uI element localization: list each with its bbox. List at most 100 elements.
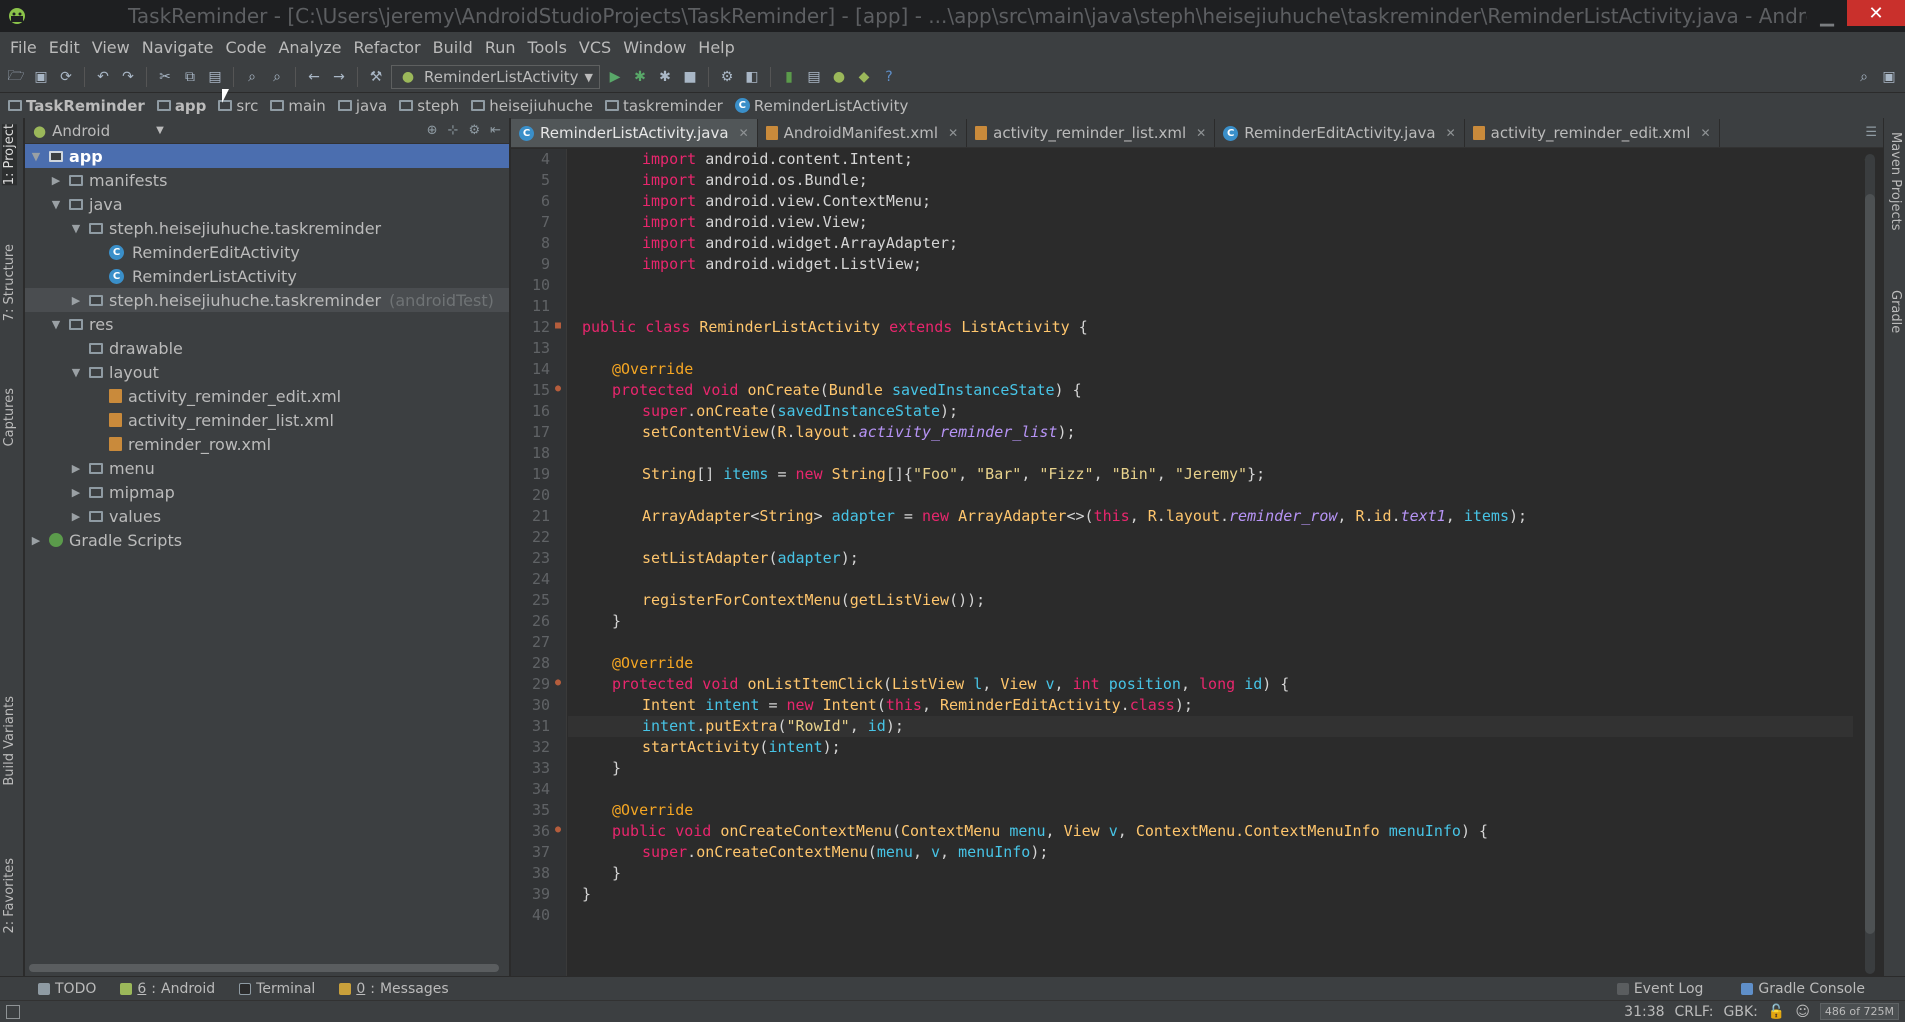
- line-number[interactable]: 15 ●: [511, 380, 566, 401]
- scroll-from-source-icon[interactable]: ⊕: [427, 123, 438, 138]
- line-number[interactable]: 12 ■: [511, 317, 566, 338]
- line-number[interactable]: 29 ●: [511, 674, 566, 695]
- line-number[interactable]: 9: [511, 254, 566, 275]
- code-line[interactable]: import android.view.View;: [568, 212, 1853, 233]
- tool-window-android[interactable]: 6: Android: [108, 981, 227, 997]
- code-line[interactable]: [568, 296, 1853, 317]
- menu-build[interactable]: Build: [427, 38, 479, 57]
- menu-run[interactable]: Run: [479, 38, 522, 57]
- breadcrumb-steph[interactable]: steph: [399, 97, 471, 115]
- line-number[interactable]: 27: [511, 632, 566, 653]
- line-number[interactable]: 36 ●: [511, 821, 566, 842]
- line-number[interactable]: 7: [511, 212, 566, 233]
- menu-navigate[interactable]: Navigate: [136, 38, 220, 57]
- android-device-icon[interactable]: ◆: [854, 67, 874, 87]
- tree-node[interactable]: ▶ Gradle Scripts: [25, 528, 509, 552]
- minimize-button[interactable]: ▁: [1807, 0, 1847, 32]
- sync-icon[interactable]: ⟳: [56, 67, 76, 87]
- menu-code[interactable]: Code: [220, 38, 273, 57]
- breadcrumb-taskreminder-pkg[interactable]: taskreminder: [605, 97, 735, 115]
- line-number[interactable]: 35: [511, 800, 566, 821]
- breadcrumb-app[interactable]: app: [156, 97, 219, 115]
- back-icon[interactable]: ←: [304, 67, 324, 87]
- code-line[interactable]: @Override: [568, 800, 1853, 821]
- search-everywhere-icon[interactable]: ⌕: [1854, 67, 1874, 87]
- breadcrumb-heisejiuhuche[interactable]: heisejiuhuche: [471, 97, 605, 115]
- tree-node[interactable]: drawable: [25, 336, 509, 360]
- line-number[interactable]: 18: [511, 443, 566, 464]
- code-line[interactable]: registerForContextMenu(getListView());: [568, 590, 1853, 611]
- editor-tab[interactable]: activity_reminder_list.xml ✕: [967, 119, 1216, 147]
- expand-arrow-icon[interactable]: ▼: [29, 150, 43, 163]
- line-number[interactable]: 6: [511, 191, 566, 212]
- code-line[interactable]: [568, 275, 1853, 296]
- settings-icon[interactable]: ▣: [1879, 67, 1899, 87]
- line-number[interactable]: 22: [511, 527, 566, 548]
- menu-tools[interactable]: Tools: [522, 38, 573, 57]
- line-number[interactable]: 38: [511, 863, 566, 884]
- code-line[interactable]: protected void onListItemClick(ListView …: [568, 674, 1853, 695]
- code-line[interactable]: import android.os.Bundle;: [568, 170, 1853, 191]
- code-line[interactable]: ArrayAdapter<String> adapter = new Array…: [568, 506, 1853, 527]
- line-number[interactable]: 21: [511, 506, 566, 527]
- toggle-tool-windows-icon[interactable]: [6, 1004, 20, 1019]
- gear-icon[interactable]: ⚙: [468, 123, 480, 138]
- code-line[interactable]: import android.view.ContextMenu;: [568, 191, 1853, 212]
- code-line[interactable]: protected void onCreate(Bundle savedInst…: [568, 380, 1853, 401]
- sdk-manager-icon[interactable]: ▤: [804, 67, 824, 87]
- help-icon[interactable]: ?: [879, 67, 899, 87]
- menu-analyze[interactable]: Analyze: [272, 38, 347, 57]
- collapse-arrow-icon[interactable]: ▶: [69, 510, 83, 523]
- line-number[interactable]: 19: [511, 464, 566, 485]
- tree-node[interactable]: ▶ menu: [25, 456, 509, 480]
- tree-node[interactable]: ▼ steph.heisejiuhuche.taskreminder: [25, 216, 509, 240]
- editor-tab[interactable]: activity_reminder_edit.xml ✕: [1465, 119, 1720, 147]
- open-folder-icon[interactable]: 🗁: [6, 67, 26, 87]
- editor-tab[interactable]: C ReminderEditActivity.java ✕: [1215, 119, 1465, 147]
- code-line[interactable]: [568, 569, 1853, 590]
- line-number[interactable]: 25: [511, 590, 566, 611]
- chevron-down-icon[interactable]: ▼: [156, 125, 164, 136]
- line-number[interactable]: 14: [511, 359, 566, 380]
- line-number[interactable]: 24: [511, 569, 566, 590]
- tool-window-event-log[interactable]: Event Log: [1605, 981, 1716, 997]
- override-marker-icon[interactable]: ■: [552, 320, 564, 332]
- tree-node[interactable]: ▶ steph.heisejiuhuche.taskreminder (androi…: [25, 288, 509, 312]
- tree-node[interactable]: activity_reminder_list.xml: [25, 408, 509, 432]
- code-line[interactable]: [568, 527, 1853, 548]
- menu-refactor[interactable]: Refactor: [348, 38, 427, 57]
- undo-icon[interactable]: ↶: [93, 67, 113, 87]
- tool-window-project[interactable]: 1: Project: [2, 124, 17, 186]
- line-number[interactable]: 17: [511, 422, 566, 443]
- tab-list-icon[interactable]: ☰: [1865, 125, 1883, 140]
- tool-window-structure[interactable]: 7: Structure: [2, 244, 17, 321]
- collapse-arrow-icon[interactable]: ▶: [49, 174, 63, 187]
- tree-node[interactable]: ▶ manifests: [25, 168, 509, 192]
- expand-arrow-icon[interactable]: ▼: [69, 366, 83, 379]
- make-project-icon[interactable]: ⚒: [366, 67, 386, 87]
- line-number[interactable]: 40: [511, 905, 566, 926]
- close-tab-icon[interactable]: ✕: [948, 126, 958, 140]
- collapse-arrow-icon[interactable]: ▶: [69, 486, 83, 499]
- tree-node[interactable]: activity_reminder_edit.xml: [25, 384, 509, 408]
- expand-arrow-icon[interactable]: ▼: [49, 198, 63, 211]
- line-number[interactable]: 16: [511, 401, 566, 422]
- breadcrumb-taskreminder[interactable]: TaskReminder: [8, 97, 157, 115]
- menu-help[interactable]: Help: [692, 38, 740, 57]
- collapse-arrow-icon[interactable]: ▶: [29, 534, 43, 547]
- monitor-icon[interactable]: ●: [829, 67, 849, 87]
- redo-icon[interactable]: ↷: [118, 67, 138, 87]
- close-window-button[interactable]: ✕: [1847, 0, 1905, 26]
- line-number[interactable]: 30: [511, 695, 566, 716]
- close-tab-icon[interactable]: ✕: [1446, 126, 1456, 140]
- collapse-arrow-icon[interactable]: ▶: [69, 294, 83, 307]
- override-marker-icon[interactable]: ●: [552, 383, 564, 395]
- line-number[interactable]: 5: [511, 170, 566, 191]
- line-number[interactable]: 10: [511, 275, 566, 296]
- tree-node[interactable]: ▼ res: [25, 312, 509, 336]
- code-line[interactable]: [568, 779, 1853, 800]
- close-tab-icon[interactable]: ✕: [739, 126, 749, 140]
- tree-node[interactable]: reminder_row.xml: [25, 432, 509, 456]
- hector-icon[interactable]: ☺: [1795, 1004, 1810, 1020]
- collapse-all-icon[interactable]: ⊹: [448, 123, 459, 138]
